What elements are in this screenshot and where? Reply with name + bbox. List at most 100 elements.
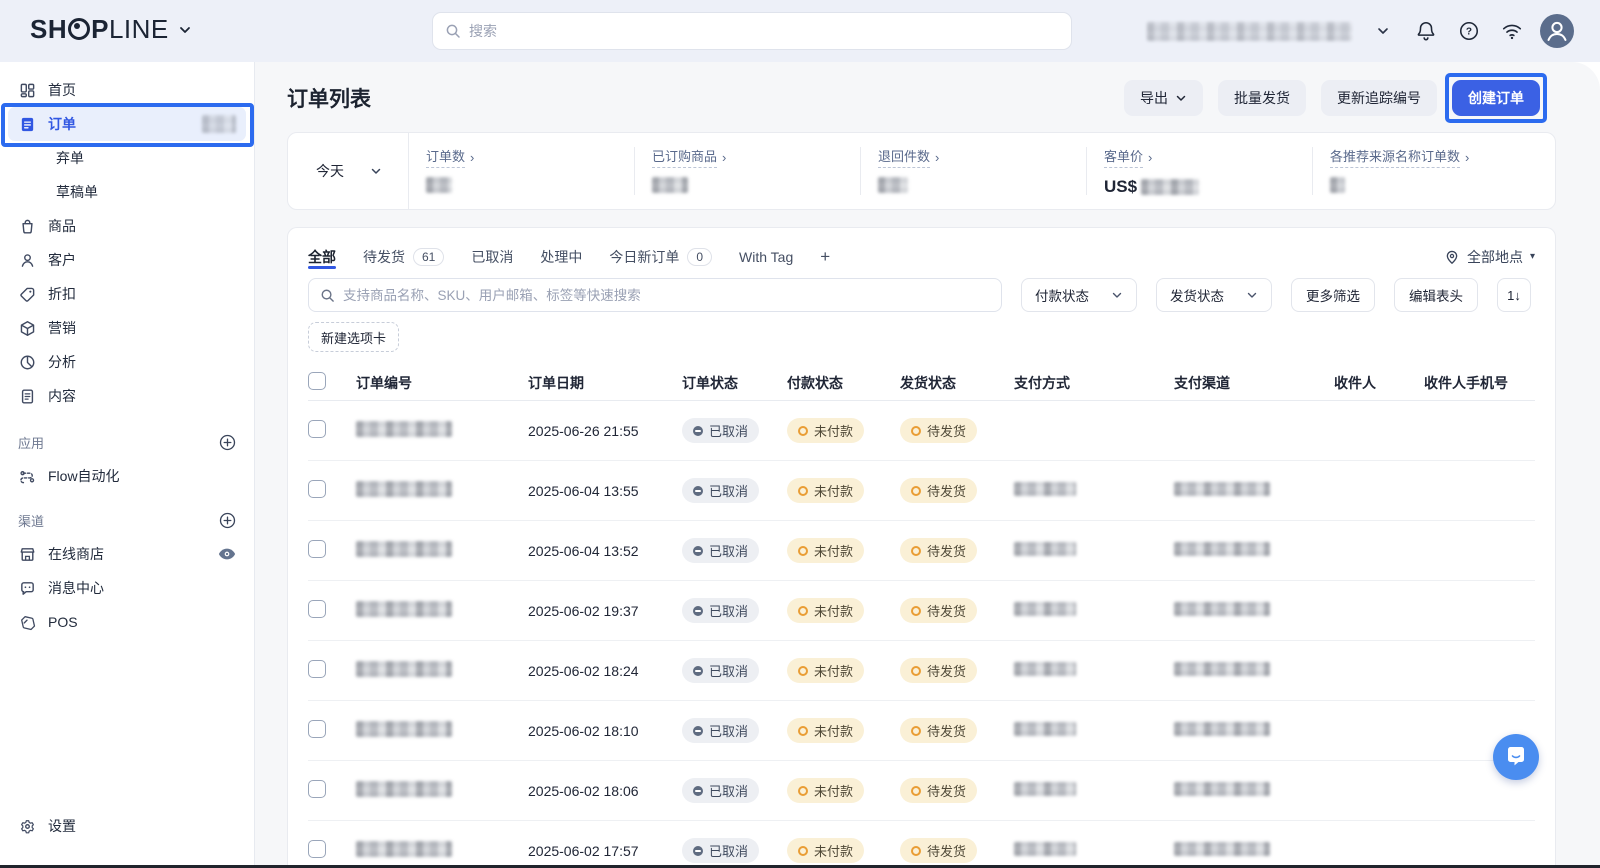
order-date: 2025-06-02 18:06 [528, 783, 682, 799]
table-row[interactable]: 2025-06-02 17:57 已取消 未付款 待发货 [308, 821, 1535, 865]
stat-orders-by-referral-source[interactable]: 各推荐来源名称订单数› [1330, 146, 1530, 193]
document-icon [18, 387, 36, 405]
select-all-checkbox[interactable] [308, 372, 326, 390]
tab-to-ship[interactable]: 待发货61 [363, 243, 444, 270]
shipping-status-badge: 待发货 [900, 838, 977, 863]
sidebar-item-customers[interactable]: 客户 [8, 243, 246, 277]
tab-with-tag[interactable]: With Tag [739, 243, 793, 270]
sidebar-item-content[interactable]: 内容 [8, 379, 246, 413]
row-checkbox[interactable] [308, 540, 326, 558]
notifications-button[interactable] [1414, 19, 1438, 43]
add-app-button[interactable] [219, 434, 236, 451]
stat-items-ordered[interactable]: 已订购商品› [652, 146, 852, 193]
sidebar-item-label: POS [48, 614, 78, 630]
tab-count-badge: 61 [413, 248, 444, 266]
payment-channel-redacted [1174, 722, 1270, 736]
orders-card: 全部 待发货61 已取消 处理中 今日新订单0 With Tag + 全部地点 … [287, 227, 1556, 865]
sidebar-item-discounts[interactable]: 折扣 [8, 277, 246, 311]
sidebar-item-pos[interactable]: POS [8, 605, 246, 639]
more-filters-button[interactable]: 更多筛选 [1291, 278, 1375, 312]
sidebar-item-orders[interactable]: 订单 [8, 107, 246, 141]
shipping-status-badge: 待发货 [900, 718, 977, 743]
tab-label: 全部 [308, 247, 336, 267]
orders-search-input[interactable] [343, 288, 990, 303]
row-checkbox[interactable] [308, 840, 326, 858]
table-row[interactable]: 2025-06-26 21:55 已取消 未付款 待发货 [308, 401, 1535, 461]
bulk-ship-button[interactable]: 批量发货 [1218, 80, 1306, 116]
shopline-logo[interactable]: SHPLINE [30, 14, 191, 45]
stat-value-redacted [1141, 179, 1199, 195]
table-row[interactable]: 2025-06-02 19:37 已取消 未付款 待发货 [308, 581, 1535, 641]
payment-method-redacted [1014, 482, 1076, 496]
chat-launcher-button[interactable] [1493, 734, 1539, 780]
add-tab-button[interactable]: + [820, 247, 830, 267]
table-row[interactable]: 2025-06-02 18:24 已取消 未付款 待发货 [308, 641, 1535, 701]
payment-status-filter[interactable]: 付款状态 [1021, 278, 1137, 312]
row-checkbox[interactable] [308, 660, 326, 678]
stat-value-redacted [426, 177, 452, 193]
sidebar-item-products[interactable]: 商品 [8, 209, 246, 243]
sidebar-item-label: 在线商店 [48, 544, 104, 564]
row-checkbox[interactable] [308, 600, 326, 618]
store-name-redacted[interactable] [1147, 22, 1352, 41]
cancelled-icon [693, 486, 703, 496]
date-range-select[interactable]: 今天 [288, 133, 408, 209]
pos-icon [18, 613, 36, 631]
sidebar-item-abandoned-orders[interactable]: 弃单 [8, 141, 246, 175]
add-channel-button[interactable] [219, 512, 236, 529]
sidebar-item-draft-orders[interactable]: 草稿单 [8, 175, 246, 209]
row-checkbox[interactable] [308, 780, 326, 798]
chevron-right-icon: › [1465, 150, 1469, 165]
sidebar-item-analytics[interactable]: 分析 [8, 345, 246, 379]
table-row[interactable]: 2025-06-02 18:06 已取消 未付款 待发货 [308, 761, 1535, 821]
export-label: 导出 [1140, 88, 1168, 108]
edit-columns-button[interactable]: 编辑表头 [1394, 278, 1478, 312]
stat-returned-items[interactable]: 退回件数› [878, 146, 1078, 193]
stat-average-order-value[interactable]: 客单价› US$ [1104, 146, 1304, 197]
table-row[interactable]: 2025-06-04 13:55 已取消 未付款 待发货 [308, 461, 1535, 521]
new-tab-card-button[interactable]: 新建选项卡 [308, 322, 399, 352]
row-checkbox[interactable] [308, 420, 326, 438]
payment-channel-redacted [1174, 482, 1270, 496]
stat-order-count[interactable]: 订单数› [426, 146, 626, 193]
sidebar-item-online-store[interactable]: 在线商店 [8, 537, 246, 571]
row-checkbox[interactable] [308, 480, 326, 498]
global-search-input[interactable] [469, 23, 1059, 39]
sidebar-item-flow-automation[interactable]: Flow自动化 [8, 459, 246, 493]
help-button[interactable]: ? [1457, 19, 1481, 43]
shipping-status-filter[interactable]: 发货状态 [1156, 278, 1272, 312]
sidebar-item-home[interactable]: 首页 [8, 73, 246, 107]
stat-label: 已订购商品 [652, 146, 717, 168]
chevron-down-icon [1246, 289, 1258, 301]
location-filter[interactable]: 全部地点 ▾ [1444, 247, 1535, 267]
table-row[interactable]: 2025-06-04 13:52 已取消 未付款 待发货 [308, 521, 1535, 581]
tab-all[interactable]: 全部 [308, 243, 336, 270]
sidebar-item-settings[interactable]: 设置 [8, 809, 246, 843]
network-status-button[interactable] [1500, 19, 1524, 43]
row-checkbox[interactable] [308, 720, 326, 738]
sidebar-item-marketing[interactable]: 营销 [8, 311, 246, 345]
create-order-button[interactable]: 创建订单 [1452, 80, 1540, 116]
tab-new-today[interactable]: 今日新订单0 [609, 243, 712, 270]
pending-icon [798, 846, 808, 856]
payment-status-badge: 未付款 [787, 538, 864, 563]
store-switcher-chevron[interactable] [1371, 19, 1395, 43]
filter-label: 付款状态 [1035, 285, 1089, 305]
orders-search[interactable] [308, 278, 1002, 312]
pending-icon [798, 486, 808, 496]
table-row[interactable]: 2025-06-02 18:10 已取消 未付款 待发货 [308, 701, 1535, 761]
chat-bubble-icon [1503, 744, 1529, 770]
sidebar-item-message-center[interactable]: 消息中心 [8, 571, 246, 605]
tab-processing[interactable]: 处理中 [540, 243, 582, 270]
pending-icon [798, 606, 808, 616]
tab-cancelled[interactable]: 已取消 [471, 243, 513, 270]
stat-value-redacted [1330, 177, 1345, 193]
export-button[interactable]: 导出 [1124, 80, 1203, 116]
view-store-eye-icon[interactable] [218, 547, 236, 561]
stats-card: 今天 订单数› 已订购商品› 退回件数› 客单价› US$ 各推荐来源名称订单数… [287, 132, 1556, 210]
account-avatar[interactable] [1540, 14, 1574, 48]
sort-button[interactable]: 1↓ [1497, 278, 1531, 312]
global-search[interactable] [432, 12, 1072, 50]
shopline-bird-icon [68, 18, 90, 40]
update-tracking-button[interactable]: 更新追踪编号 [1321, 80, 1437, 116]
